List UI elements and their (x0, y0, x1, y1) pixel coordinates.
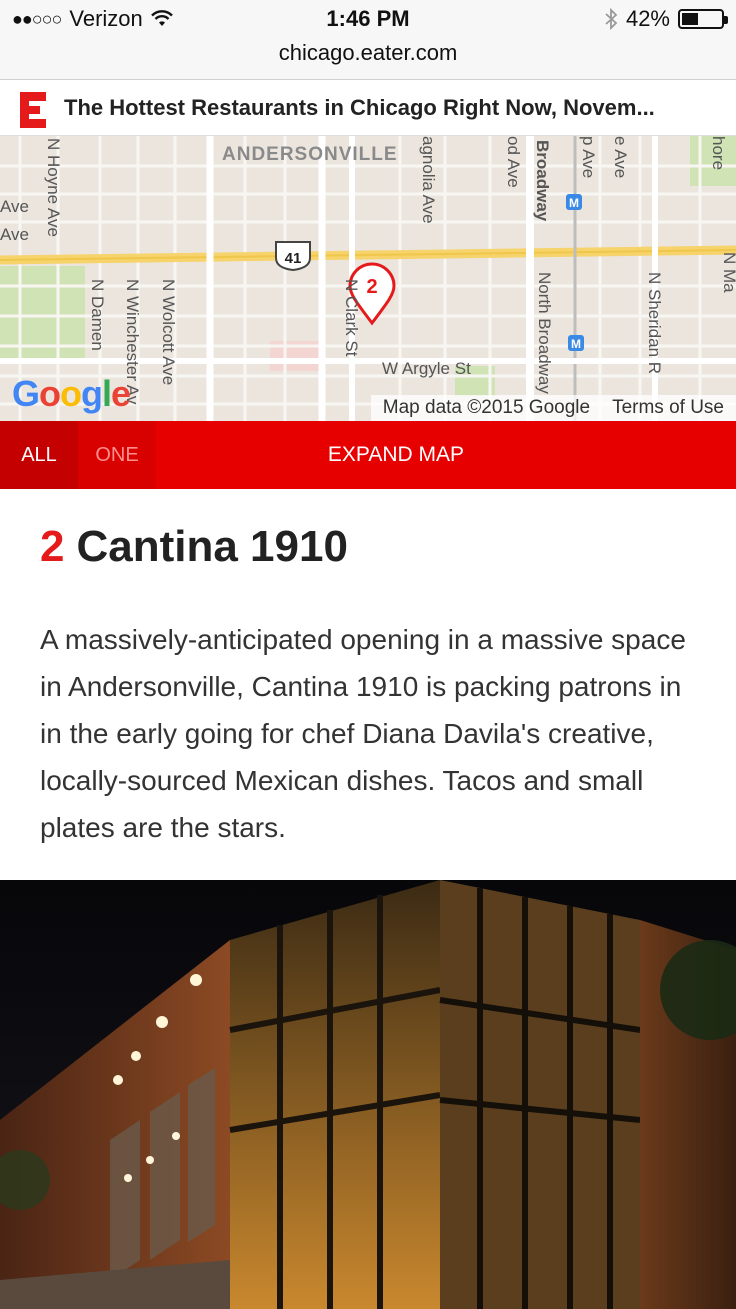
google-logo: Google (12, 373, 131, 414)
map[interactable]: M M ANDERSONVILLE N Hoyne Ave Ave Ave N … (0, 136, 736, 421)
restaurant-photo (0, 880, 736, 1309)
bluetooth-icon (605, 8, 618, 30)
battery-percent: 42% (625, 6, 670, 31)
browser-chrome: ●●○○○ Verizon 1:46 PM 42% chicago.eater.… (0, 0, 736, 80)
restaurant-photo-illustration (0, 880, 736, 1309)
site-header: The Hottest Restaurants in Chicago Right… (0, 80, 736, 136)
entry-name: Cantina 1910 (76, 522, 348, 571)
entry-number: 2 (40, 522, 65, 571)
map-attribution: Map data ©2015 Google (382, 397, 591, 418)
terms-link[interactable]: Terms of Use (612, 397, 724, 419)
svg-text:M: M (571, 337, 581, 351)
article-title[interactable]: The Hottest Restaurants in Chicago Right… (64, 95, 655, 121)
expand-map-button[interactable]: EXPAND MAP (156, 421, 736, 489)
eater-logo-icon[interactable] (14, 88, 54, 128)
svg-text:M: M (569, 196, 579, 210)
battery-level (682, 13, 698, 25)
map-toolbar: ALL ONE EXPAND MAP (0, 421, 736, 489)
status-right: 42% (604, 6, 728, 32)
tab-one[interactable]: ONE (78, 421, 156, 489)
entry-description: A massively-anticipated opening in a mas… (40, 624, 686, 843)
map-footer: Map data ©2015 Google Terms of Use (370, 395, 736, 421)
url-bar[interactable]: chicago.eater.com (0, 40, 736, 66)
tab-all[interactable]: ALL (0, 421, 78, 489)
entry-title: 2 Cantina 1910 (40, 522, 348, 572)
battery-icon (678, 9, 728, 29)
